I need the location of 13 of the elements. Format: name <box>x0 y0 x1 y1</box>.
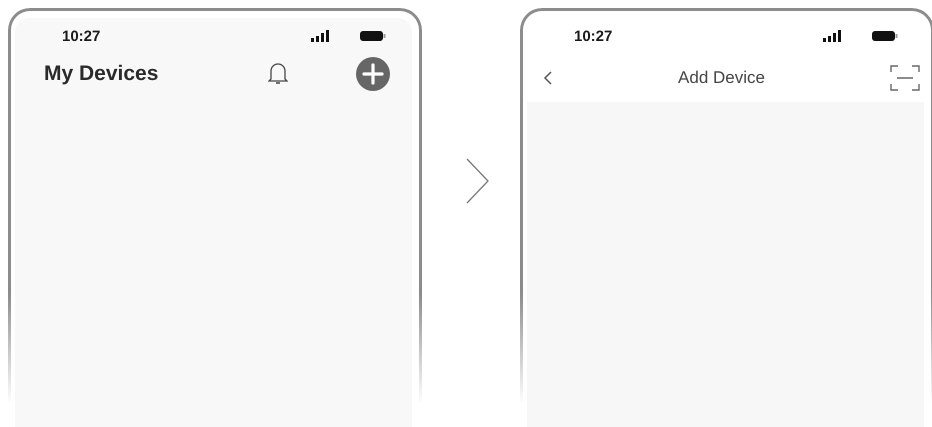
page-title: Add Device <box>677 68 766 88</box>
bell-icon[interactable] <box>268 62 288 86</box>
page-title: My Devices <box>44 62 160 86</box>
scan-icon[interactable] <box>890 64 920 92</box>
add-icon[interactable] <box>356 57 390 91</box>
status-time: 10:27 <box>574 28 614 44</box>
battery-icon <box>872 31 898 41</box>
signal-icon <box>311 30 330 42</box>
back-icon[interactable] <box>543 71 553 85</box>
status-time: 10:27 <box>62 28 102 44</box>
signal-icon <box>823 30 842 42</box>
battery-icon <box>360 31 386 41</box>
chevron-right-icon <box>466 158 490 204</box>
